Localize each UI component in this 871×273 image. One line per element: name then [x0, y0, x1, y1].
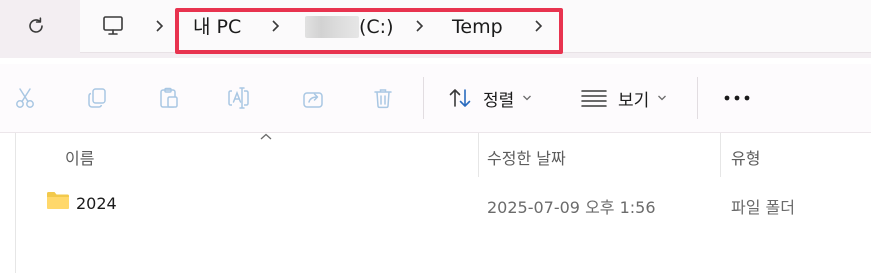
- sort-ascending-icon: [260, 133, 272, 140]
- file-type: 파일 폴더: [731, 198, 795, 217]
- share-button[interactable]: [298, 83, 328, 113]
- folder-icon: [47, 192, 69, 209]
- toolbar-separator: [697, 77, 698, 119]
- paste-button[interactable]: [154, 83, 184, 113]
- paste-icon: [160, 87, 178, 108]
- highlight-box: [175, 8, 563, 54]
- view-label: 보기: [618, 90, 650, 111]
- copy-icon: [88, 88, 106, 108]
- rename-button[interactable]: [225, 83, 255, 113]
- column-separator[interactable]: [478, 133, 479, 177]
- toolbar-separator: [423, 77, 424, 119]
- rename-icon: [228, 87, 249, 109]
- cut-button[interactable]: [10, 83, 40, 113]
- refresh-icon: [29, 17, 43, 33]
- file-name[interactable]: 2024: [76, 194, 117, 213]
- chevron-down-icon: [658, 95, 667, 101]
- delete-icon: [374, 89, 392, 109]
- sort-button[interactable]: 정렬: [447, 82, 532, 114]
- share-icon: [303, 92, 323, 108]
- column-header-type[interactable]: 유형: [731, 145, 760, 169]
- refresh-button[interactable]: [20, 10, 52, 42]
- sort-label: 정렬: [483, 90, 515, 111]
- computer-icon[interactable]: [100, 13, 126, 39]
- more-options-button[interactable]: [720, 83, 754, 113]
- file-date-modified: 2025-07-09 오후 1:56: [487, 198, 656, 217]
- chevron-right-icon[interactable]: [152, 15, 166, 37]
- more-icon: [724, 95, 750, 101]
- sort-icon: [449, 89, 471, 107]
- view-button[interactable]: 보기: [580, 82, 667, 114]
- view-icon: [581, 90, 607, 107]
- copy-button[interactable]: [82, 83, 112, 113]
- column-header-date-modified[interactable]: 수정한 날짜: [487, 145, 566, 169]
- delete-button[interactable]: [368, 83, 398, 113]
- column-header-name[interactable]: 이름: [65, 145, 94, 169]
- cut-icon: [16, 88, 34, 108]
- column-separator[interactable]: [720, 133, 721, 177]
- chevron-down-icon: [523, 95, 532, 101]
